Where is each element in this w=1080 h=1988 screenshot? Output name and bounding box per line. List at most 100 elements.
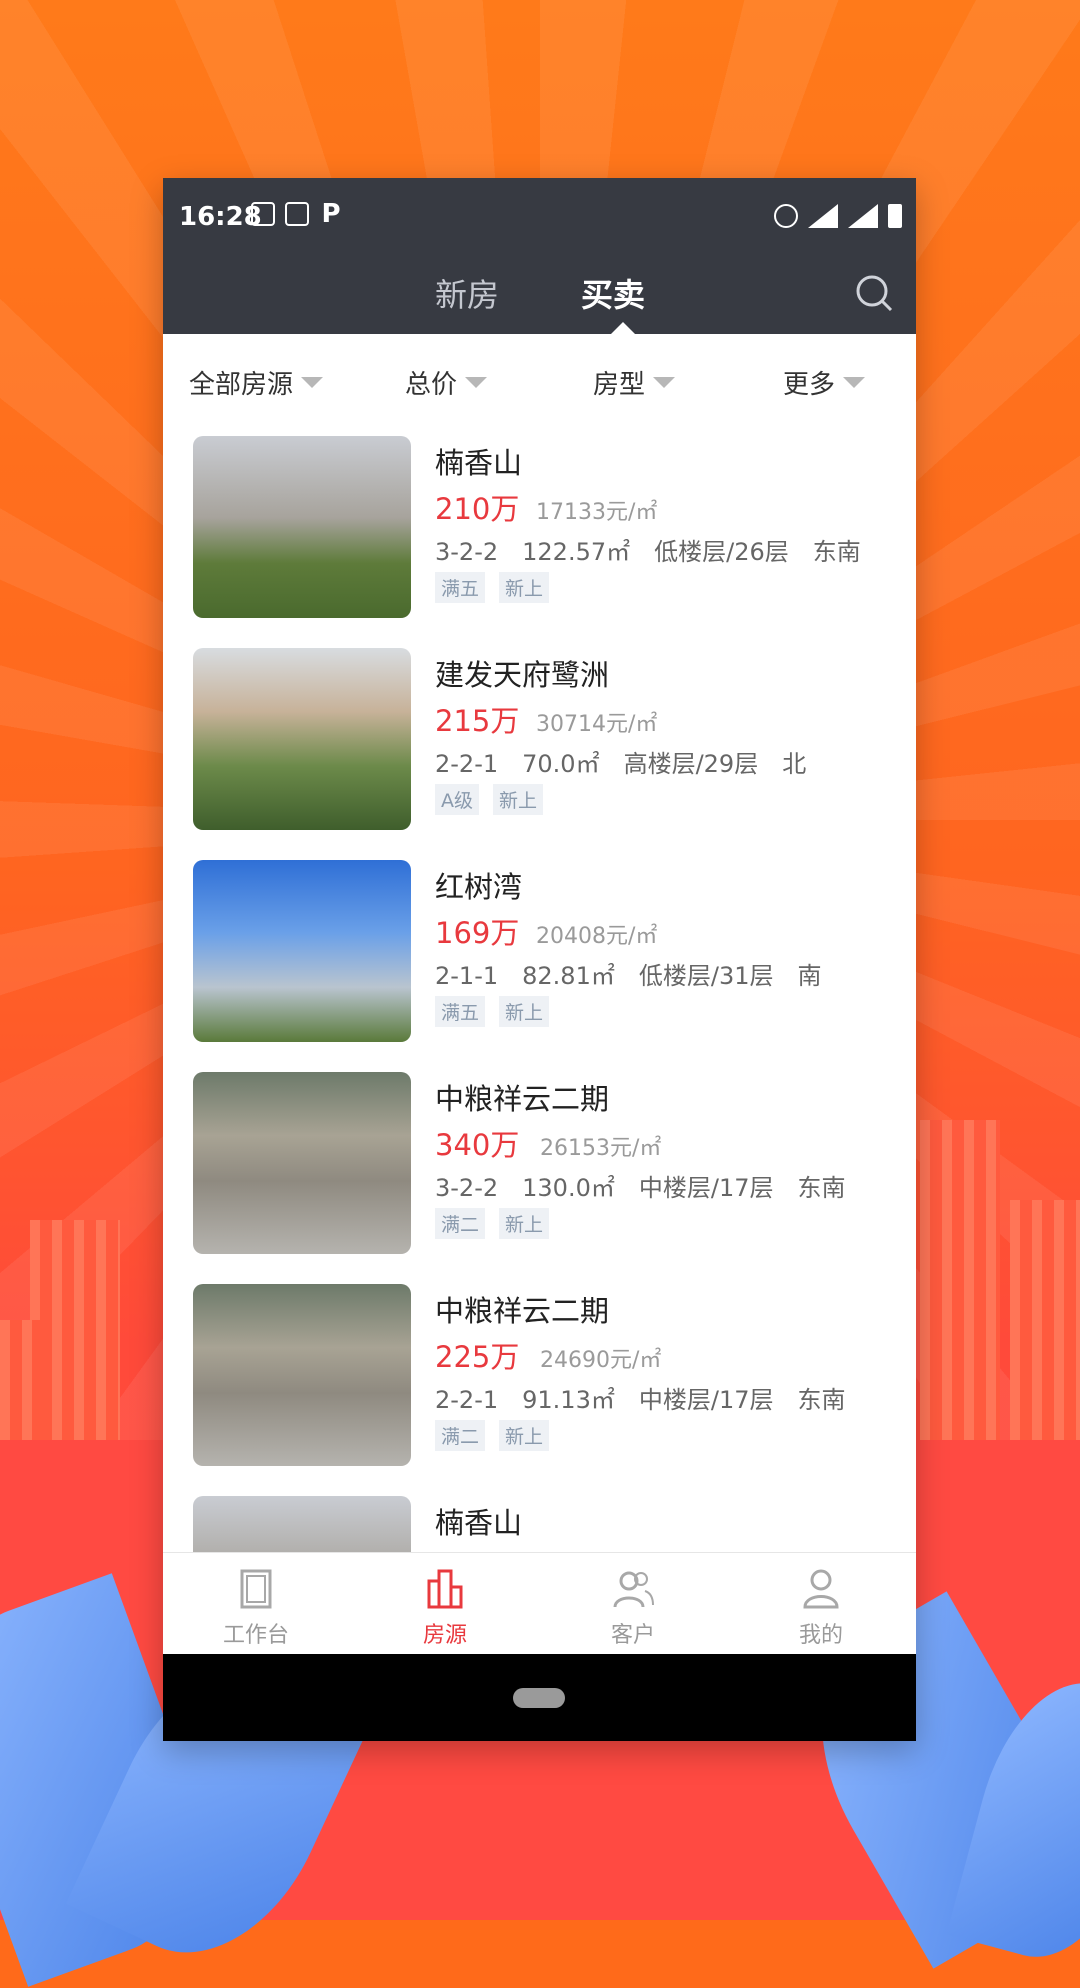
filter-more[interactable]: 更多 bbox=[783, 364, 866, 401]
nav-listings[interactable]: 房源 bbox=[385, 1567, 505, 1649]
listing-area: 122.57㎡ bbox=[522, 538, 631, 566]
listing-layout: 2-2-1 bbox=[435, 750, 499, 778]
listing-floor: 中楼层/17层 bbox=[638, 1386, 774, 1414]
listing-name: 中粮祥云二期 bbox=[435, 1294, 610, 1328]
listing-floor: 高楼层/29层 bbox=[623, 750, 759, 778]
tag: 新上 bbox=[499, 996, 550, 1027]
system-navigation-bar bbox=[163, 1654, 916, 1741]
list-item[interactable]: 楠香山 210万 17133元/㎡ 3-2-2 122.57㎡ 低楼层/26层 东南 … bbox=[163, 424, 916, 636]
signal-3g-icon bbox=[848, 204, 878, 228]
listing-layout: 3-2-2 bbox=[435, 1174, 499, 1202]
image-icon bbox=[285, 202, 309, 226]
nav-workbench[interactable]: 工作台 bbox=[196, 1567, 316, 1649]
listing-unit-price: 20408元/㎡ bbox=[536, 924, 658, 949]
tag: 新上 bbox=[493, 784, 544, 815]
chevron-down-icon bbox=[301, 377, 324, 388]
listing-floor: 中楼层/17层 bbox=[638, 1174, 774, 1202]
vibrate-icon bbox=[251, 202, 275, 226]
listing-tags: 满二 新上 bbox=[435, 1420, 550, 1451]
tag: 满二 bbox=[435, 1208, 486, 1239]
listing-specs: 2-2-1 70.0㎡ 高楼层/29层北 bbox=[435, 744, 830, 779]
listing-area: 130.0㎡ bbox=[522, 1174, 615, 1202]
chevron-down-icon bbox=[843, 377, 866, 388]
listing-photo bbox=[193, 436, 411, 618]
filter-label: 全部房源 bbox=[189, 370, 294, 400]
listing-floor: 低楼层/31层 bbox=[638, 962, 774, 990]
customers-icon bbox=[613, 1571, 654, 1608]
tag: 满五 bbox=[435, 996, 486, 1027]
tab-new-homes[interactable]: 新房 bbox=[435, 270, 499, 316]
list-item[interactable]: 红树湾 169万 20408元/㎡ 2-1-1 82.81㎡ 低楼层/31层南 满五… bbox=[163, 848, 916, 1060]
listing-unit-price: 26153元/㎡ bbox=[540, 1136, 662, 1161]
profile-icon bbox=[803, 1569, 839, 1609]
phone-screen: 16:28 P 新房 买卖 全部房源 总价 房型 更多 楠香山 210万 171… bbox=[163, 178, 916, 1741]
listing-orientation: 东南 bbox=[812, 538, 861, 566]
listing-tags: A级 新上 bbox=[435, 784, 544, 815]
listing-price: 169万 bbox=[435, 916, 520, 950]
filter-total-price[interactable]: 总价 bbox=[405, 364, 488, 401]
nav-profile[interactable]: 我的 bbox=[761, 1567, 881, 1649]
tab-resale[interactable]: 买卖 bbox=[581, 270, 645, 316]
listing-orientation: 东南 bbox=[797, 1386, 846, 1414]
filter-label: 总价 bbox=[405, 370, 458, 400]
filter-label: 房型 bbox=[593, 370, 646, 400]
tag: 满二 bbox=[435, 1420, 486, 1451]
nav-label: 我的 bbox=[798, 1623, 843, 1648]
home-handle[interactable] bbox=[513, 1688, 565, 1708]
nav-label: 房源 bbox=[422, 1623, 467, 1648]
filter-all-listings[interactable]: 全部房源 bbox=[189, 364, 324, 401]
listing-layout: 2-1-1 bbox=[435, 962, 499, 990]
list-item[interactable]: 中粮祥云二期 225万 24690元/㎡ 2-2-1 91.13㎡ 中楼层/17层东… bbox=[163, 1272, 916, 1484]
listing-photo bbox=[193, 648, 411, 830]
listing-unit-price: 24690元/㎡ bbox=[540, 1348, 662, 1373]
listing-list[interactable]: 楠香山 210万 17133元/㎡ 3-2-2 122.57㎡ 低楼层/26层 东南 … bbox=[163, 424, 916, 1728]
listing-specs: 3-2-2 130.0㎡ 中楼层/17层 东南 bbox=[435, 1168, 869, 1203]
tag: 满五 bbox=[435, 572, 486, 603]
tag: 新上 bbox=[499, 572, 550, 603]
listing-name: 楠香山 bbox=[435, 1506, 523, 1540]
listing-name: 红树湾 bbox=[435, 870, 523, 904]
search-icon[interactable] bbox=[854, 273, 894, 313]
list-item[interactable]: 中粮祥云二期 340万 26153元/㎡ 3-2-2 130.0㎡ 中楼层/17层东… bbox=[163, 1060, 916, 1272]
listing-specs: 2-1-1 82.81㎡ 低楼层/31层南 bbox=[435, 956, 845, 991]
listing-name: 中粮祥云二期 bbox=[435, 1082, 610, 1116]
battery-icon bbox=[888, 204, 902, 228]
listing-photo bbox=[193, 1072, 411, 1254]
filter-bar: 全部房源 总价 房型 更多 bbox=[163, 334, 916, 424]
tag: 新上 bbox=[499, 1208, 550, 1239]
listing-unit-price: 17133元/㎡ bbox=[536, 500, 658, 525]
listing-photo bbox=[193, 860, 411, 1042]
listing-unit-price: 30714元/㎡ bbox=[536, 712, 658, 737]
listing-area: 91.13㎡ bbox=[522, 1386, 615, 1414]
door-icon bbox=[240, 1569, 272, 1609]
listing-price: 215万 bbox=[435, 704, 520, 738]
listing-tags: 满五 新上 bbox=[435, 572, 550, 603]
tag: A级 bbox=[435, 784, 479, 815]
filter-label: 更多 bbox=[783, 370, 836, 400]
listing-orientation: 北 bbox=[782, 750, 807, 778]
listing-area: 82.81㎡ bbox=[522, 962, 615, 990]
wifi-icon bbox=[808, 204, 838, 228]
listing-price: 210万 bbox=[435, 492, 520, 526]
listing-tags: 满五 新上 bbox=[435, 996, 550, 1027]
list-item[interactable]: 建发天府鹭洲 215万 30714元/㎡ 2-2-1 70.0㎡ 高楼层/29层北 … bbox=[163, 636, 916, 848]
listing-floor: 低楼层/26层 bbox=[654, 538, 789, 566]
listing-orientation: 东南 bbox=[797, 1174, 846, 1202]
top-navigation: 新房 买卖 bbox=[163, 256, 916, 334]
chevron-down-icon bbox=[465, 377, 488, 388]
filter-layout[interactable]: 房型 bbox=[593, 364, 676, 401]
listing-name: 建发天府鹭洲 bbox=[435, 658, 610, 692]
listing-name: 楠香山 bbox=[435, 446, 523, 480]
status-bar: 16:28 P bbox=[163, 178, 916, 256]
listing-layout: 2-2-1 bbox=[435, 1386, 499, 1414]
nav-customers[interactable]: 客户 bbox=[573, 1567, 693, 1649]
bottom-navigation: 工作台 房源 客户 我的 bbox=[163, 1552, 916, 1655]
listing-orientation: 南 bbox=[797, 962, 822, 990]
parking-icon: P bbox=[321, 199, 341, 229]
listing-price: 340万 bbox=[435, 1128, 520, 1162]
listing-tags: 满二 新上 bbox=[435, 1208, 550, 1239]
listing-layout: 3-2-2 bbox=[435, 538, 499, 566]
nav-label: 客户 bbox=[610, 1623, 655, 1648]
nav-label: 工作台 bbox=[222, 1623, 289, 1648]
listing-specs: 3-2-2 122.57㎡ 低楼层/26层 东南 bbox=[435, 532, 885, 567]
